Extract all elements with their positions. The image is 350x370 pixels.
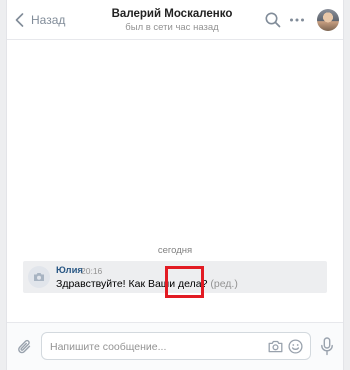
camera-placeholder-icon bbox=[34, 273, 44, 281]
back-label: Назад bbox=[31, 13, 66, 27]
message-text: Здравствуйте! Как Ваши дела? (ред.) bbox=[56, 278, 238, 290]
message-input-placeholder: Напишите сообщение... bbox=[50, 341, 167, 353]
sender-avatar[interactable] bbox=[28, 266, 50, 288]
chat-title-block[interactable]: Валерий Москаленко был в сети час назад bbox=[97, 8, 247, 33]
contact-name: Валерий Москаленко bbox=[111, 8, 233, 20]
message-body: Здравствуйте! Как Ваши дела? bbox=[56, 278, 208, 290]
chevron-left-icon bbox=[15, 13, 24, 27]
composer-bar: Напишите сообщение... bbox=[7, 322, 343, 370]
paperclip-icon[interactable] bbox=[17, 338, 33, 356]
contact-avatar[interactable] bbox=[317, 9, 339, 31]
microphone-icon[interactable] bbox=[320, 337, 334, 356]
message-time[interactable]: 20:16 bbox=[81, 266, 102, 276]
more-icon[interactable] bbox=[288, 11, 306, 29]
message-author[interactable]: Юлия bbox=[56, 265, 83, 276]
edited-label[interactable]: (ред.) bbox=[210, 278, 238, 290]
search-icon[interactable] bbox=[264, 11, 282, 29]
back-button[interactable]: Назад bbox=[15, 12, 65, 28]
message-input[interactable]: Напишите сообщение... bbox=[41, 332, 311, 360]
chat-header: Назад Валерий Москаленко был в сети час … bbox=[7, 0, 343, 40]
last-seen-status: был в сети час назад bbox=[125, 22, 219, 33]
message-item[interactable]: Юлия 20:16 Здравствуйте! Как Ваши дела? … bbox=[23, 261, 327, 293]
smile-icon[interactable] bbox=[288, 339, 303, 354]
camera-icon[interactable] bbox=[268, 340, 283, 353]
chat-window: Назад Валерий Москаленко был в сети час … bbox=[6, 0, 344, 370]
message-history: сегодня Юлия 20:16 Здравствуйте! Как Ваш… bbox=[7, 40, 343, 322]
date-separator: сегодня bbox=[157, 245, 193, 256]
